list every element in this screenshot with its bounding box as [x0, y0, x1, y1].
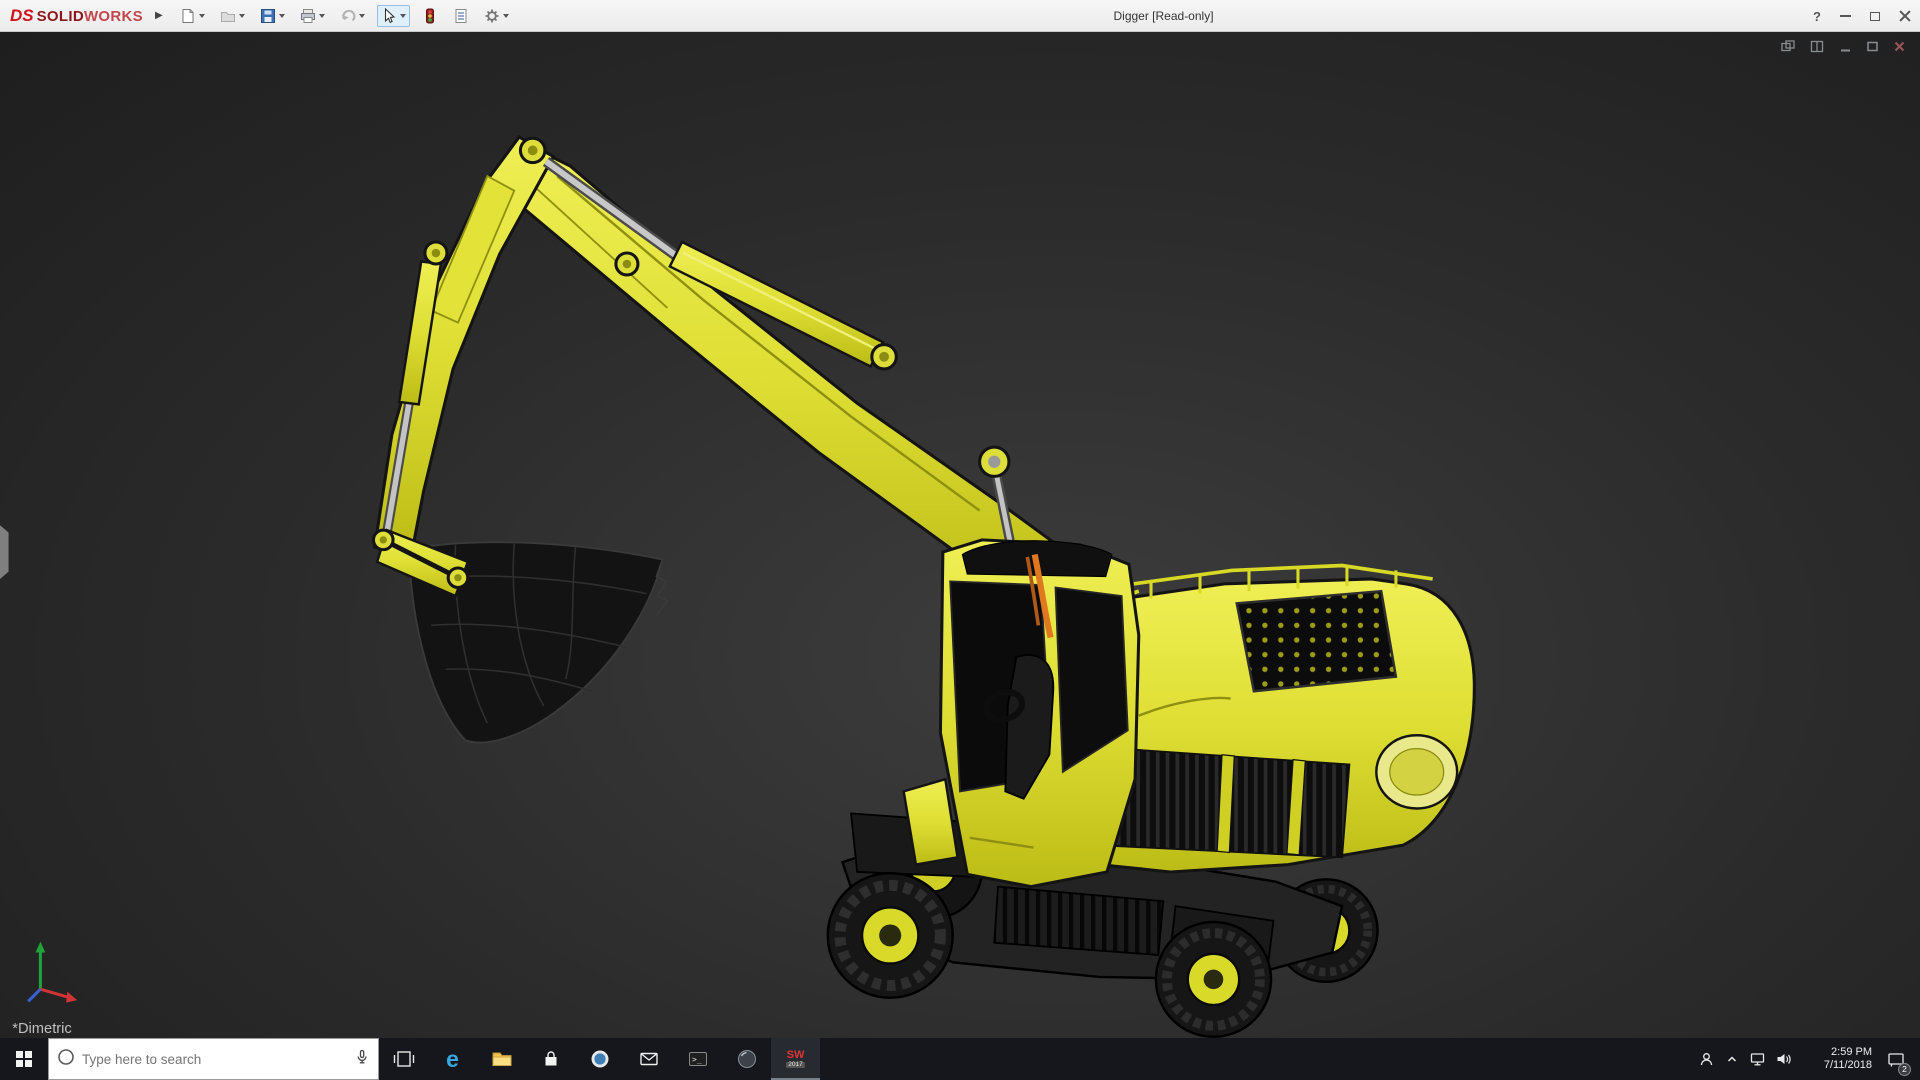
taskbar-search-input[interactable]	[82, 1051, 347, 1067]
view-orientation-label: *Dimetric	[12, 1021, 72, 1037]
digger-model-canvas[interactable]: *Dimetric	[0, 32, 1920, 1038]
menu-flyout-arrow[interactable]: ▶	[151, 10, 177, 21]
document-title: Digger [Read-only]	[1113, 9, 1214, 23]
new-document-button[interactable]	[177, 6, 208, 26]
network-icon	[1750, 1053, 1764, 1066]
options-button[interactable]	[481, 6, 512, 26]
circle-app-icon	[591, 1050, 608, 1068]
hidden-icons-button[interactable]	[1720, 1038, 1744, 1080]
brand-text-solid: SOLID	[36, 7, 84, 25]
save-button[interactable]	[257, 6, 288, 26]
action-center-button[interactable]: 2	[1878, 1038, 1914, 1080]
solidworks-2017-button[interactable]: SW 2017	[771, 1038, 820, 1080]
file-explorer-button[interactable]	[477, 1038, 526, 1080]
orientation-triad	[27, 941, 78, 1003]
circle-app-button[interactable]	[575, 1038, 624, 1080]
taskbar-search[interactable]	[48, 1038, 379, 1080]
system-tray: 2:59 PM 7/11/2018 2	[1692, 1038, 1920, 1080]
engine-housing[interactable]	[1085, 563, 1476, 874]
microphone-icon[interactable]	[354, 1049, 370, 1070]
ds-logo-mark: DS	[10, 5, 34, 25]
save-dropdown[interactable]	[278, 13, 285, 18]
start-button[interactable]	[0, 1038, 48, 1080]
help-button[interactable]: ?	[1813, 9, 1821, 24]
doc-minimize-icon[interactable]	[1839, 40, 1852, 53]
command-prompt-button[interactable]: >_	[673, 1038, 722, 1080]
bucket[interactable]	[375, 528, 669, 744]
store-button[interactable]	[526, 1038, 575, 1080]
people-icon	[1700, 1052, 1712, 1065]
document-window-controls	[1781, 40, 1906, 53]
task-view-button[interactable]	[379, 1038, 428, 1080]
excavator-model[interactable]	[371, 134, 1476, 1038]
select-tool-dropdown[interactable]	[399, 13, 406, 18]
mail-icon	[639, 1052, 658, 1066]
wheel-rear-left[interactable]	[1154, 920, 1273, 1038]
volume-button[interactable]	[1770, 1038, 1796, 1080]
sphere-app-button[interactable]	[722, 1038, 771, 1080]
clock-date: 7/11/2018	[1823, 1059, 1872, 1071]
edge-icon: e	[446, 1045, 459, 1072]
network-button[interactable]	[1744, 1038, 1770, 1080]
new-document-dropdown[interactable]	[198, 13, 205, 18]
undo-dropdown[interactable]	[358, 13, 365, 18]
sphere-app-icon	[737, 1050, 756, 1068]
window-controls: ?	[1813, 0, 1912, 32]
engine-top-mesh	[1235, 589, 1398, 693]
quick-access-toolbar	[177, 4, 512, 27]
command-prompt-icon: >_	[688, 1052, 707, 1066]
solidworks-2017-icon: SW 2017	[786, 1048, 805, 1069]
open-button[interactable]	[217, 6, 248, 26]
brand-text-works: WORKS	[83, 7, 143, 25]
solidworks-logo: DS SOLID WORKS	[0, 6, 151, 26]
edge-button[interactable]: e	[428, 1038, 477, 1080]
print-dropdown[interactable]	[318, 13, 325, 18]
cascade-icon[interactable]	[1810, 40, 1825, 53]
chevron-up-icon	[1727, 1056, 1737, 1062]
app-titlebar: DS SOLID WORKS ▶ Digger [Read-only] ?	[0, 0, 1920, 32]
wheel-front[interactable]	[826, 871, 954, 999]
panel-collapse-tab[interactable]	[0, 525, 9, 579]
new-window-icon[interactable]	[1781, 40, 1796, 53]
open-dropdown[interactable]	[238, 13, 245, 18]
doc-close-icon[interactable]	[1893, 40, 1906, 53]
mail-button[interactable]	[624, 1038, 673, 1080]
windows-taskbar: e >_ SW 2017 2:59 PM	[0, 1038, 1920, 1080]
people-button[interactable]	[1692, 1038, 1720, 1080]
graphics-viewport[interactable]: *Dimetric	[0, 32, 1920, 1038]
svg-text:>_: >_	[692, 1055, 702, 1064]
stick-arm[interactable]	[372, 134, 556, 557]
windows-logo-icon	[16, 1051, 32, 1067]
undo-button[interactable]	[337, 6, 368, 26]
clock-time: 2:59 PM	[1831, 1046, 1872, 1058]
volume-icon	[1777, 1054, 1791, 1064]
rebuild-button[interactable]	[419, 6, 441, 26]
select-tool-button[interactable]	[376, 4, 410, 27]
print-button[interactable]	[297, 6, 328, 26]
task-view-icon	[393, 1051, 414, 1067]
file-explorer-icon	[492, 1052, 511, 1066]
minimize-button[interactable]	[1840, 15, 1851, 17]
notification-badge: 2	[1898, 1063, 1911, 1076]
file-properties-button[interactable]	[450, 6, 472, 26]
doc-restore-icon[interactable]	[1866, 40, 1879, 53]
store-icon	[545, 1051, 556, 1066]
taskbar-clock[interactable]: 2:59 PM 7/11/2018	[1796, 1046, 1878, 1072]
options-dropdown[interactable]	[502, 13, 509, 18]
close-button[interactable]	[1899, 10, 1912, 23]
restore-button[interactable]	[1870, 11, 1880, 21]
cortana-circle-icon	[57, 1048, 75, 1071]
